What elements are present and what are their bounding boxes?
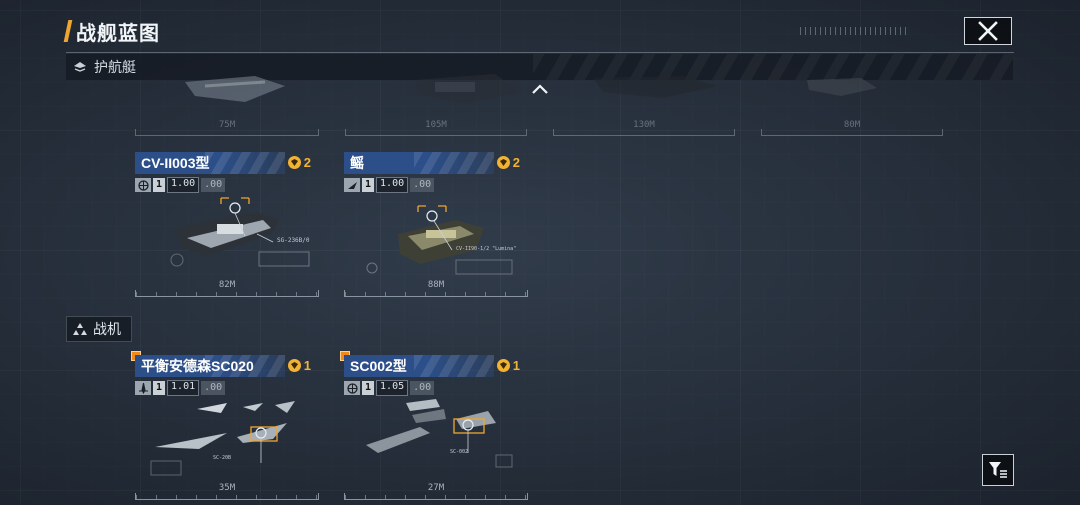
blueprint-coin-icon bbox=[496, 156, 510, 169]
ship-name: SC002型 bbox=[350, 358, 407, 374]
faded-card[interactable]: 80M bbox=[761, 72, 943, 136]
blueprint-coin-icon bbox=[287, 156, 301, 169]
blueprint-count: 1 bbox=[496, 358, 520, 373]
length-scale bbox=[345, 129, 527, 136]
card-name-bar: 鳐 bbox=[344, 152, 494, 174]
blueprint-card[interactable]: SC002型 1 1 1.05 .00 SC-002 27M bbox=[340, 351, 528, 500]
ship-coefficient: 1.00 bbox=[376, 177, 409, 193]
ship-stats: 1 1.01 .00 bbox=[135, 380, 226, 396]
ship-coefficient-decimals: .00 bbox=[410, 178, 435, 192]
ship-stats: 1 1.05 .00 bbox=[344, 380, 435, 396]
ship-silhouette bbox=[593, 76, 718, 98]
ship-blueprint-art: CV-II90-1/2 "Lumina" bbox=[366, 205, 516, 275]
length-scale bbox=[344, 290, 528, 297]
section-label-escort: 护航艇 bbox=[74, 57, 136, 77]
section-title-fighter: 战机 bbox=[93, 321, 121, 337]
ship-level: 1 bbox=[362, 381, 375, 395]
fighter-icon bbox=[135, 381, 151, 395]
ship-length: 27M bbox=[427, 483, 445, 493]
escort-category-icon bbox=[74, 62, 86, 72]
length-scale bbox=[553, 129, 735, 136]
ship-coefficient-decimals: .00 bbox=[201, 381, 226, 395]
ship-coefficient: 1.01 bbox=[167, 380, 200, 396]
ship-blueprint-art: SC-002 bbox=[366, 399, 513, 468]
bg-blueprint-text bbox=[950, 352, 955, 362]
ship-name: CV-II003型 bbox=[141, 155, 210, 171]
faded-card[interactable]: 130M bbox=[553, 72, 735, 136]
ship-coefficient-decimals: .00 bbox=[201, 178, 226, 192]
blueprint-coin-icon bbox=[496, 359, 510, 372]
faded-card[interactable]: 105M bbox=[345, 72, 527, 136]
ship-silhouette bbox=[807, 78, 877, 96]
ship-coefficient: 1.00 bbox=[167, 177, 200, 193]
page-title: 战舰蓝图 bbox=[63, 18, 160, 45]
fighter-category-icon bbox=[73, 323, 87, 335]
blueprint-count: 1 bbox=[287, 358, 311, 373]
ship-name: 鳐 bbox=[350, 155, 364, 171]
wing-icon bbox=[344, 178, 360, 192]
blueprint-card[interactable]: 平衡安德森SC020 1 1 1.01 .00 SC-20B 35M bbox=[131, 351, 319, 500]
scrolled-card-row: 75M 105M 130M 80M bbox=[135, 72, 955, 142]
blueprint-count-value: 2 bbox=[303, 155, 311, 170]
faded-card[interactable]: 75M bbox=[135, 72, 319, 136]
length-scale bbox=[344, 493, 528, 500]
ship-blueprint-art: SC-20B bbox=[150, 401, 295, 476]
card-name-bar: 平衡安德森SC020 bbox=[135, 355, 285, 377]
ship-designation: SC-002 bbox=[450, 449, 468, 455]
header-ticks bbox=[800, 27, 910, 35]
length-scale bbox=[135, 290, 319, 297]
section-header-fighter[interactable]: 战机 bbox=[66, 316, 132, 342]
filter-icon bbox=[989, 462, 1007, 478]
ship-level: 1 bbox=[153, 381, 166, 395]
section-title-escort: 护航艇 bbox=[94, 59, 136, 75]
length-scale bbox=[761, 129, 943, 136]
ship-designation: SG-236B/0 bbox=[277, 237, 310, 244]
close-icon bbox=[978, 21, 998, 41]
blueprint-card[interactable]: 鳐 2 1 1.00 .00 CV-II90-1/2 "Lumina" 88M bbox=[344, 152, 528, 297]
card-name-bar: CV-II003型 bbox=[135, 152, 285, 174]
blueprint-count: 2 bbox=[287, 155, 311, 170]
ship-blueprint-art: SG-236B/0 bbox=[170, 197, 310, 267]
ship-silhouette bbox=[185, 76, 285, 102]
globe-icon bbox=[135, 178, 151, 192]
ship-length: 35M bbox=[218, 483, 236, 493]
ship-designation: CV-II90-1/2 "Lumina" bbox=[456, 246, 516, 252]
ship-length: 88M bbox=[427, 280, 445, 290]
filter-button[interactable] bbox=[982, 454, 1014, 486]
ship-level: 1 bbox=[362, 178, 375, 192]
blueprint-coin-icon bbox=[287, 359, 301, 372]
ship-stats: 1 1.00 .00 bbox=[344, 177, 435, 193]
ship-stats: 1 1.00 .00 bbox=[135, 177, 226, 193]
page-title-text: 战舰蓝图 bbox=[76, 22, 160, 45]
ship-silhouette bbox=[415, 74, 520, 104]
globe-icon bbox=[344, 381, 360, 395]
ship-name: 平衡安德森SC020 bbox=[141, 358, 254, 374]
ship-length: 82M bbox=[218, 280, 236, 290]
card-name-bar: SC002型 bbox=[344, 355, 494, 377]
blueprint-count: 2 bbox=[496, 155, 520, 170]
ship-level: 1 bbox=[153, 178, 166, 192]
ship-coefficient-decimals: .00 bbox=[410, 381, 435, 395]
ship-designation: SC-20B bbox=[213, 455, 231, 461]
length-scale bbox=[135, 493, 319, 500]
ship-coefficient: 1.05 bbox=[376, 380, 409, 396]
blueprint-card[interactable]: CV-II003型 2 1 1.00 .00 SG-236B/0 82M bbox=[135, 152, 319, 297]
length-scale bbox=[135, 129, 319, 136]
close-button[interactable] bbox=[964, 17, 1012, 45]
blueprint-count-value: 1 bbox=[303, 358, 311, 373]
blueprint-count-value: 1 bbox=[512, 358, 520, 373]
blueprint-count-value: 2 bbox=[512, 155, 520, 170]
